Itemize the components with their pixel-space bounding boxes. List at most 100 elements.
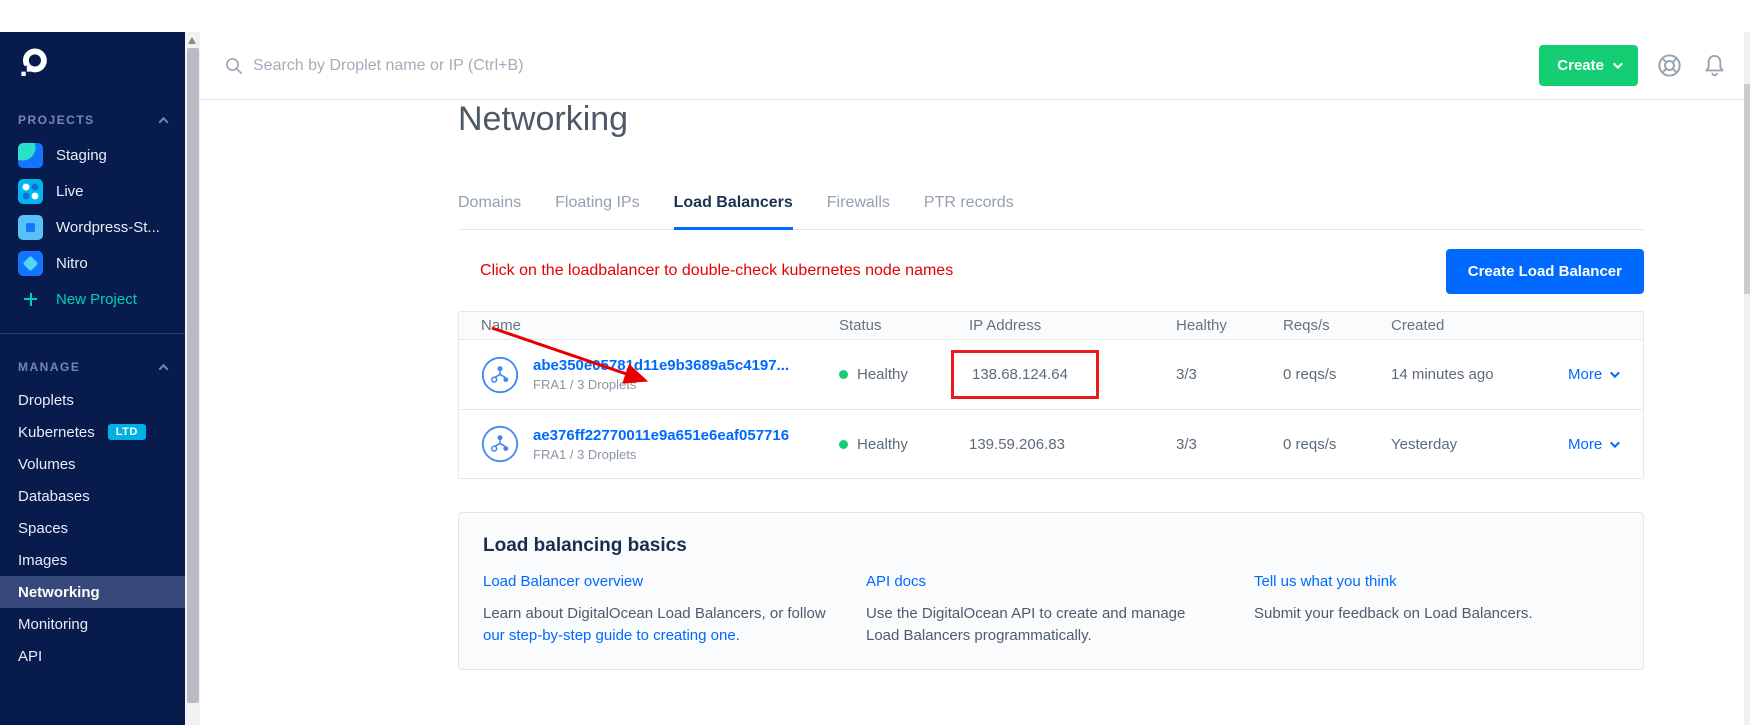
main-content: Networking Domains Floating IPs Load Bal… — [458, 100, 1644, 670]
tab-ptr-records[interactable]: PTR records — [924, 194, 1014, 229]
load-balancer-overview-link[interactable]: Load Balancer overview — [483, 573, 643, 590]
more-menu-button[interactable]: More — [1568, 436, 1643, 453]
healthy-status-dot — [839, 370, 848, 379]
basics-text: Submit your feedback on Load Balancers. — [1254, 605, 1533, 622]
ip-cell: 138.68.124.64 — [969, 350, 1176, 399]
created-cell: 14 minutes ago — [1391, 366, 1568, 383]
ip-highlight-box: 138.68.124.64 — [951, 350, 1099, 399]
chevron-down-icon — [1613, 59, 1623, 69]
nitro-project-icon — [18, 251, 43, 276]
reqs-cell: 0 reqs/s — [1283, 366, 1391, 383]
column-header-reqs: Reqs/s — [1283, 317, 1391, 334]
create-button[interactable]: Create — [1539, 45, 1638, 86]
sidebar-item-label: Droplets — [18, 392, 74, 409]
load-balancer-icon — [481, 425, 519, 463]
sidebar-scrollbar[interactable] — [185, 32, 200, 725]
healthy-cell: 3/3 — [1176, 436, 1283, 453]
reqs-cell: 0 reqs/s — [1283, 436, 1391, 453]
status-cell: Healthy — [839, 366, 969, 383]
digitalocean-logo[interactable] — [16, 46, 52, 82]
tab-load-balancers[interactable]: Load Balancers — [674, 194, 793, 230]
sidebar-item-label: Kubernetes — [18, 424, 95, 441]
scrollbar-up-arrow-icon[interactable] — [188, 37, 196, 44]
manage-section-header[interactable]: MANAGE — [18, 360, 167, 374]
scrollbar-thumb[interactable] — [187, 48, 199, 703]
more-label: More — [1568, 436, 1602, 453]
sidebar-item-live[interactable]: Live — [0, 173, 185, 209]
help-icon[interactable] — [1656, 52, 1683, 79]
load-balancer-icon — [481, 356, 519, 394]
topbar: Create — [200, 32, 1744, 100]
sidebar-item-nitro[interactable]: Nitro — [0, 245, 185, 281]
page-scrollbar[interactable] — [1744, 32, 1750, 725]
tab-bar: Domains Floating IPs Load Balancers Fire… — [458, 194, 1644, 230]
sidebar-item-staging[interactable]: Staging — [0, 137, 185, 173]
basics-text: Use the DigitalOcean API to create and m… — [866, 605, 1185, 644]
basics-col-api: API docs Use the DigitalOcean API to cre… — [866, 573, 1254, 647]
projects-section-header[interactable]: PROJECTS — [18, 113, 167, 127]
load-balancer-table: Name Status IP Address Healthy Reqs/s Cr… — [458, 311, 1644, 479]
chevron-down-icon — [1610, 368, 1620, 378]
sidebar-item-spaces[interactable]: Spaces — [0, 512, 185, 544]
sidebar-item-label: Networking — [18, 584, 100, 601]
page-title: Networking — [458, 100, 1644, 138]
table-row: ae376ff22770011e9a651e6eaf057716 FRA1 / … — [459, 409, 1643, 478]
new-project-label: New Project — [56, 291, 137, 308]
api-docs-link[interactable]: API docs — [866, 573, 926, 590]
step-by-step-guide-link[interactable]: our step-by-step guide to creating one. — [483, 627, 740, 644]
healthy-status-dot — [839, 440, 848, 449]
staging-project-icon — [18, 143, 43, 168]
sidebar-item-volumes[interactable]: Volumes — [0, 448, 185, 480]
basics-text: Learn about DigitalOcean Load Balancers,… — [483, 605, 826, 622]
toolbar: Click on the loadbalancer to double-chec… — [458, 248, 1644, 294]
lb-name-cell: abe350e05781d11e9b3689a5c4197... FRA1 / … — [459, 356, 839, 394]
ip-cell: 139.59.206.83 — [969, 436, 1176, 453]
sidebar-item-images[interactable]: Images — [0, 544, 185, 576]
tab-domains[interactable]: Domains — [458, 194, 521, 229]
basics-col-overview: Load Balancer overview Learn about Digit… — [483, 573, 866, 647]
more-label: More — [1568, 366, 1602, 383]
tab-floating-ips[interactable]: Floating IPs — [555, 194, 639, 229]
ip-address: 138.68.124.64 — [972, 366, 1068, 383]
chevron-up-icon — [159, 116, 169, 126]
sidebar-item-networking[interactable]: Networking — [0, 576, 185, 608]
column-header-healthy: Healthy — [1176, 317, 1283, 334]
bell-icon[interactable] — [1701, 52, 1728, 79]
more-menu-button[interactable]: More — [1568, 366, 1643, 383]
ltd-badge: LTD — [108, 424, 146, 440]
new-project-button[interactable]: New Project — [0, 281, 185, 317]
created-cell: Yesterday — [1391, 436, 1568, 453]
annotation-text: Click on the loadbalancer to double-chec… — [458, 262, 953, 280]
manage-header-label: MANAGE — [18, 360, 80, 374]
tell-us-link[interactable]: Tell us what you think — [1254, 573, 1397, 590]
lb-name-link[interactable]: ae376ff22770011e9a651e6eaf057716 — [533, 427, 789, 444]
status-label: Healthy — [857, 366, 908, 383]
column-header-ip: IP Address — [969, 317, 1176, 334]
sidebar-item-droplets[interactable]: Droplets — [0, 384, 185, 416]
load-balancing-basics-card: Load balancing basics Load Balancer over… — [458, 512, 1644, 670]
projects-header-label: PROJECTS — [18, 113, 95, 127]
sidebar-item-wordpress[interactable]: Wordpress-St... — [0, 209, 185, 245]
manage-list: Droplets Kubernetes LTD Volumes Database… — [0, 384, 185, 672]
search-bar[interactable] — [225, 57, 1539, 75]
projects-list: Staging Live Wordpress-St... Nitro New P… — [0, 137, 185, 317]
sidebar-item-kubernetes[interactable]: Kubernetes LTD — [0, 416, 185, 448]
sidebar-item-databases[interactable]: Databases — [0, 480, 185, 512]
sidebar-item-label: Spaces — [18, 520, 68, 537]
sidebar-item-label: Databases — [18, 488, 90, 505]
search-input[interactable] — [253, 57, 673, 75]
lb-name-cell: ae376ff22770011e9a651e6eaf057716 FRA1 / … — [459, 425, 839, 463]
sidebar-item-label: Wordpress-St... — [56, 219, 160, 236]
create-load-balancer-button[interactable]: Create Load Balancer — [1446, 249, 1644, 294]
lb-name-link[interactable]: abe350e05781d11e9b3689a5c4197... — [533, 357, 789, 374]
status-cell: Healthy — [839, 436, 969, 453]
sidebar-item-label: Live — [56, 183, 84, 200]
tab-firewalls[interactable]: Firewalls — [827, 194, 890, 229]
lb-region-droplets: FRA1 / 3 Droplets — [533, 377, 789, 392]
page-scrollbar-thumb[interactable] — [1744, 84, 1750, 294]
wordpress-project-icon — [18, 215, 43, 240]
sidebar-item-monitoring[interactable]: Monitoring — [0, 608, 185, 640]
basics-title: Load balancing basics — [483, 535, 1619, 557]
sidebar-item-api[interactable]: API — [0, 640, 185, 672]
search-icon — [225, 57, 243, 75]
